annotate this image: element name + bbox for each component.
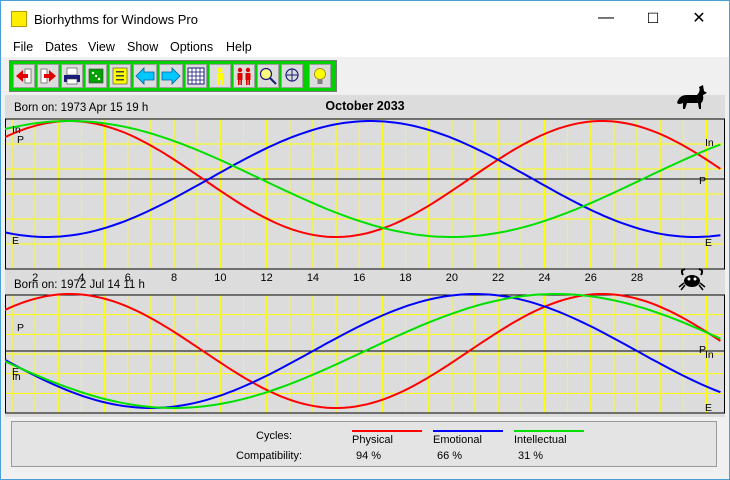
person2-left-label-in: In	[12, 371, 21, 383]
print-icon[interactable]	[61, 64, 83, 88]
compatibility-label: Compatibility:	[236, 450, 303, 462]
emotional-legend-line	[433, 430, 503, 432]
person2-left-label-p: P	[17, 322, 24, 334]
day-label: 4	[78, 272, 84, 284]
day-label: 26	[585, 272, 597, 284]
intellectual-legend-label: Intellectual	[514, 434, 567, 446]
menu-dates[interactable]: Dates	[45, 40, 78, 54]
day-label: 14	[307, 272, 319, 284]
day-label: 20	[446, 272, 458, 284]
menu-view[interactable]: View	[88, 40, 115, 54]
day-label: 22	[492, 272, 504, 284]
arrow-right-red-icon[interactable]	[37, 64, 59, 88]
emotional-legend-label: Emotional	[433, 434, 482, 446]
biorhythm-chart-panel: Born on: 1973 Apr 15 19 h October 2033 B…	[5, 85, 725, 417]
minimize-button[interactable]: —	[583, 1, 629, 35]
arrow-right-blue-icon[interactable]	[159, 64, 183, 88]
arrow-left-blue-icon[interactable]	[133, 64, 157, 88]
zoom-in-icon[interactable]	[257, 64, 279, 88]
intellectual-compat-value: 31 %	[518, 450, 544, 462]
app-window: Biorhythms for Windows Pro — ☐ ✕ File Da…	[0, 0, 730, 480]
intellectual-legend-line	[514, 430, 584, 432]
toolbar-area	[1, 57, 729, 95]
person1-right-label-in: In	[705, 137, 714, 149]
day-label: 24	[538, 272, 550, 284]
person1-left-label-p: P	[17, 134, 24, 146]
person-icon[interactable]	[209, 64, 231, 88]
person1-right-label-p: P	[699, 175, 706, 187]
calendar-list-icon[interactable]	[109, 64, 131, 88]
close-button[interactable]: ✕	[676, 1, 722, 35]
lightbulb-icon[interactable]	[309, 64, 331, 88]
day-label: 8	[171, 272, 177, 284]
person1-right-label-e: E	[705, 237, 712, 249]
couple-icon[interactable]	[233, 64, 255, 88]
window-title: Biorhythms for Windows Pro	[34, 12, 198, 27]
day-label: 12	[261, 272, 273, 284]
person2-right-label-e: E	[705, 402, 712, 414]
menu-bar: File Dates View Show Options Help	[1, 35, 729, 57]
physical-legend-line	[352, 430, 422, 432]
biorhythm-chart: 2 4 6 8 10 12 14 16 18 20 22 24 26 28InPEInPEPEInPInE	[5, 118, 725, 414]
menu-file[interactable]: File	[13, 40, 33, 54]
physical-legend-label: Physical	[352, 434, 393, 446]
day-label: 16	[353, 272, 365, 284]
menu-show[interactable]: Show	[127, 40, 158, 54]
day-label: 6	[125, 272, 131, 284]
cycles-label: Cycles:	[256, 430, 293, 442]
menu-help[interactable]: Help	[226, 40, 252, 54]
emotional-compat-value: 66 %	[437, 450, 463, 462]
day-label: 10	[214, 272, 226, 284]
app-icon	[11, 11, 27, 27]
menu-options[interactable]: Options	[170, 40, 213, 54]
day-label: 28	[631, 272, 643, 284]
physical-compat-value: 94 %	[356, 450, 382, 462]
arrow-left-red-icon[interactable]	[13, 64, 35, 88]
day-label: 2	[32, 272, 38, 284]
person1-left-label-e: E	[12, 235, 19, 247]
person2-right-label-in: In	[705, 349, 714, 361]
maximize-button[interactable]: ☐	[630, 1, 676, 35]
zoom-out-icon[interactable]	[281, 64, 303, 88]
dice-icon[interactable]	[85, 64, 107, 88]
compatibility-panel: Cycles: Compatibility: Physical 94 % Emo…	[11, 421, 717, 467]
day-label: 18	[399, 272, 411, 284]
toolbar	[9, 60, 337, 92]
title-bar: Biorhythms for Windows Pro — ☐ ✕	[1, 1, 729, 35]
calendar-grid-icon[interactable]	[185, 64, 207, 88]
